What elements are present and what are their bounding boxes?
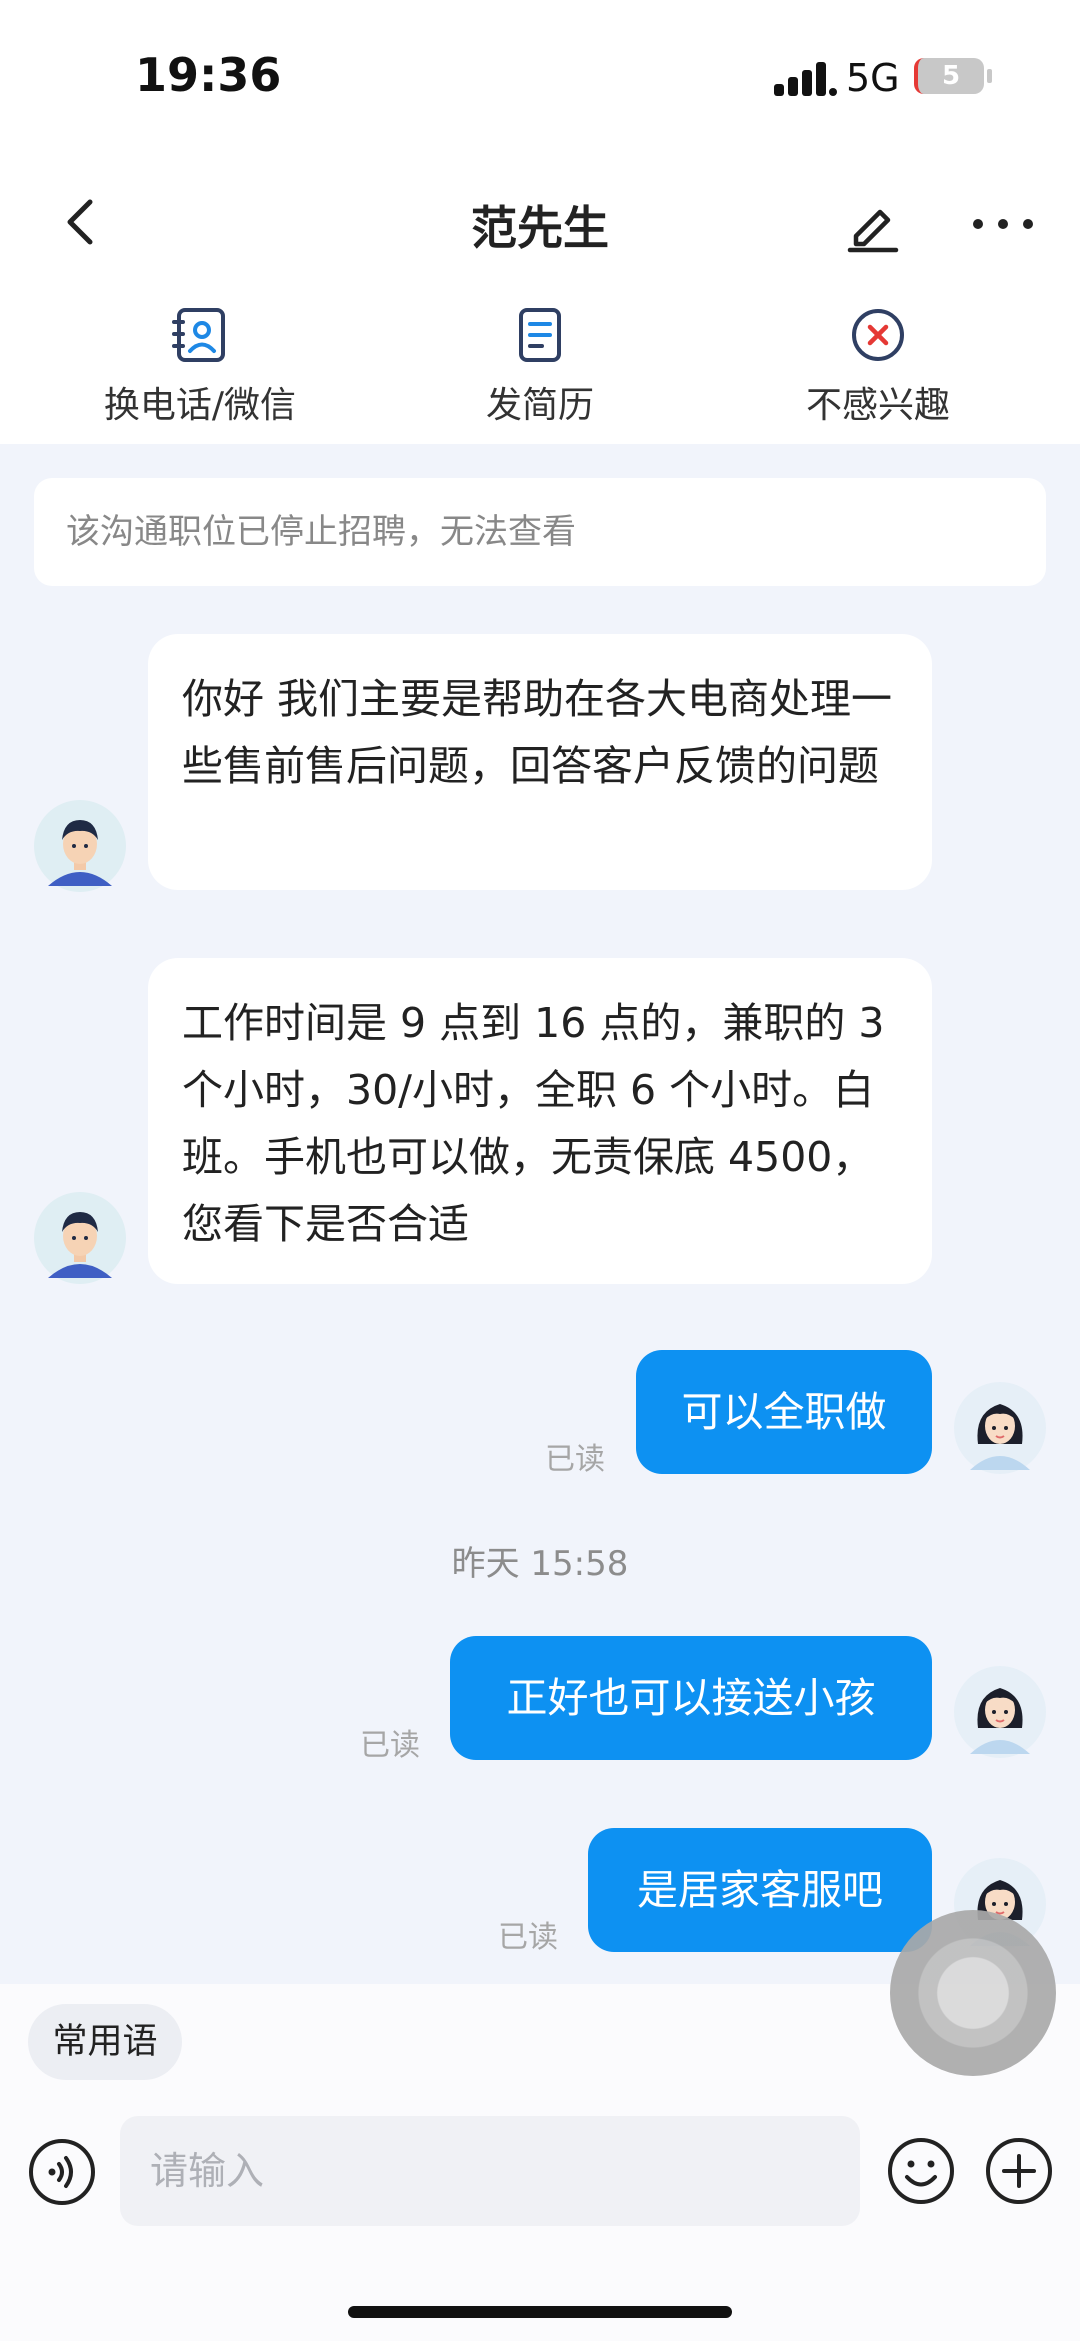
nav-bar: 范先生 bbox=[0, 170, 1080, 280]
message-bubble-incoming[interactable]: 工作时间是 9 点到 16 点的，兼职的 3 个小时，30/小时，全职 6 个小… bbox=[148, 958, 932, 1284]
send-resume-button[interactable]: 发简历 bbox=[390, 300, 690, 430]
user-avatar[interactable] bbox=[954, 1666, 1046, 1758]
more-icon[interactable] bbox=[970, 194, 1036, 254]
recruiter-avatar[interactable] bbox=[34, 1192, 126, 1284]
action-label-contact: 换电话/微信 bbox=[103, 385, 297, 426]
floating-assistive-button[interactable] bbox=[890, 1910, 1056, 2076]
message-bubble-outgoing[interactable]: 是居家客服吧 bbox=[588, 1828, 932, 1952]
input-row bbox=[0, 2116, 1080, 2228]
chat-area[interactable]: 该沟通职位已停止招聘，无法查看 你好 我们主要是帮助在各大电商处理一些售前售后问… bbox=[0, 444, 1080, 1984]
job-closed-notice: 该沟通职位已停止招聘，无法查看 bbox=[34, 478, 1046, 586]
message-input[interactable] bbox=[120, 2116, 860, 2226]
message-bubble-incoming[interactable]: 你好 我们主要是帮助在各大电商处理一些售前售后问题，回答客户反馈的问题 bbox=[148, 634, 932, 890]
emoji-icon[interactable] bbox=[886, 2136, 956, 2206]
home-indicator[interactable] bbox=[348, 2306, 732, 2318]
status-time: 19:36 bbox=[135, 48, 282, 102]
user-avatar[interactable] bbox=[954, 1382, 1046, 1474]
recruiter-avatar[interactable] bbox=[34, 800, 126, 892]
edit-icon[interactable] bbox=[842, 194, 902, 254]
resume-icon bbox=[519, 308, 561, 362]
battery-icon: 5 bbox=[914, 58, 984, 94]
plus-icon[interactable] bbox=[984, 2136, 1054, 2206]
battery-tip bbox=[987, 69, 992, 83]
read-status: 已读 bbox=[360, 1728, 420, 1763]
contact-card-icon bbox=[172, 308, 225, 362]
read-status: 已读 bbox=[498, 1920, 558, 1955]
action-label-resume: 发简历 bbox=[485, 385, 594, 426]
network-type: 5G bbox=[846, 56, 900, 100]
action-bar: 换电话/微信 发简历 不感兴趣 bbox=[0, 300, 1080, 440]
voice-icon[interactable] bbox=[28, 2138, 96, 2206]
quick-phrases-button[interactable]: 常用语 bbox=[28, 2004, 182, 2080]
read-status: 已读 bbox=[545, 1442, 605, 1477]
not-interested-icon bbox=[852, 309, 904, 361]
not-interested-button[interactable]: 不感兴趣 bbox=[728, 300, 1028, 430]
change-contact-button[interactable]: 换电话/微信 bbox=[50, 300, 350, 430]
status-bar: 19:36 5G 5 bbox=[0, 0, 1080, 150]
signal-icon bbox=[774, 62, 837, 96]
page-title: 范先生 bbox=[471, 201, 609, 255]
message-bubble-outgoing[interactable]: 可以全职做 bbox=[636, 1350, 932, 1474]
message-timestamp: 昨天 15:58 bbox=[451, 1544, 629, 1584]
message-bubble-outgoing[interactable]: 正好也可以接送小孩 bbox=[450, 1636, 932, 1760]
action-label-not-interested: 不感兴趣 bbox=[805, 385, 950, 426]
